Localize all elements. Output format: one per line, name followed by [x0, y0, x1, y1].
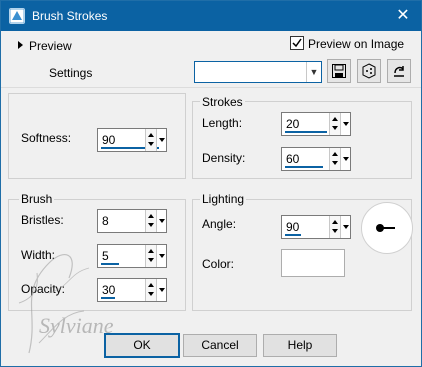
softness-spin[interactable]: 90: [97, 128, 167, 152]
cancel-button[interactable]: Cancel: [183, 334, 257, 357]
save-preset-icon: [332, 64, 346, 78]
strokes-group-label: Strokes: [200, 95, 245, 109]
preview-on-image-checkbox[interactable]: Preview on Image: [290, 36, 404, 51]
header-divider: [1, 87, 421, 88]
bristles-spin[interactable]: 8: [97, 209, 167, 233]
softness-label: Softness:: [21, 131, 72, 145]
preview-expander[interactable]: Preview: [18, 39, 72, 53]
length-spin[interactable]: 20: [281, 112, 351, 136]
randomize-button[interactable]: [357, 59, 381, 83]
density-dropdown[interactable]: [340, 148, 350, 170]
density-spin[interactable]: 60: [281, 147, 351, 171]
length-value[interactable]: 20: [286, 117, 299, 131]
angle-level-bar: [285, 234, 301, 236]
help-button[interactable]: Help: [263, 334, 337, 357]
color-label: Color:: [202, 257, 235, 271]
bristles-dropdown[interactable]: [156, 210, 166, 232]
softness-dropdown[interactable]: [156, 129, 166, 151]
randomize-dice-icon: [362, 63, 376, 79]
checkmark-icon: [292, 38, 302, 48]
preview-row: Preview Preview on Image: [1, 31, 421, 59]
reset-defaults-icon: [394, 66, 404, 77]
lighting-color-swatch[interactable]: [281, 249, 345, 277]
angle-dial[interactable]: [361, 202, 413, 254]
density-label: Density:: [202, 151, 246, 165]
angle-label: Angle:: [202, 217, 237, 231]
bristles-value[interactable]: 8: [102, 214, 109, 228]
length-level-bar: [285, 131, 327, 133]
chevron-down-icon[interactable]: ▼: [306, 62, 321, 82]
brush-group-label: Brush: [19, 192, 55, 206]
window-title: Brush Strokes: [32, 9, 108, 23]
lighting-group-label: Lighting: [200, 192, 247, 206]
softness-value[interactable]: 90: [102, 133, 115, 147]
app-icon: [9, 8, 25, 24]
length-dropdown[interactable]: [340, 113, 350, 135]
save-preset-button[interactable]: [327, 59, 351, 83]
settings-label: Settings: [49, 66, 93, 80]
angle-value[interactable]: 90: [286, 220, 299, 234]
preview-on-image-label: Preview on Image: [308, 37, 405, 51]
reset-defaults-button[interactable]: [387, 59, 411, 83]
angle-dropdown[interactable]: [340, 216, 350, 238]
length-label: Length:: [202, 116, 243, 130]
expand-arrow-icon: [18, 41, 23, 49]
angle-spin[interactable]: 90: [281, 215, 351, 239]
preview-label: Preview: [29, 39, 72, 53]
ok-button[interactable]: OK: [104, 333, 180, 358]
brush-strokes-dialog: Brush Strokes ✕ Preview Preview on Image…: [0, 0, 422, 367]
checkbox-box[interactable]: [290, 36, 304, 50]
watermark-text: Sylviane: [39, 313, 114, 338]
bristles-label: Bristles:: [21, 213, 64, 227]
density-value[interactable]: 60: [286, 152, 299, 166]
settings-combo[interactable]: ▼: [194, 61, 322, 83]
density-level-bar: [285, 166, 323, 168]
close-button[interactable]: ✕: [385, 1, 421, 31]
angle-pivot: [376, 224, 384, 232]
title-bar[interactable]: Brush Strokes ✕: [1, 1, 421, 31]
